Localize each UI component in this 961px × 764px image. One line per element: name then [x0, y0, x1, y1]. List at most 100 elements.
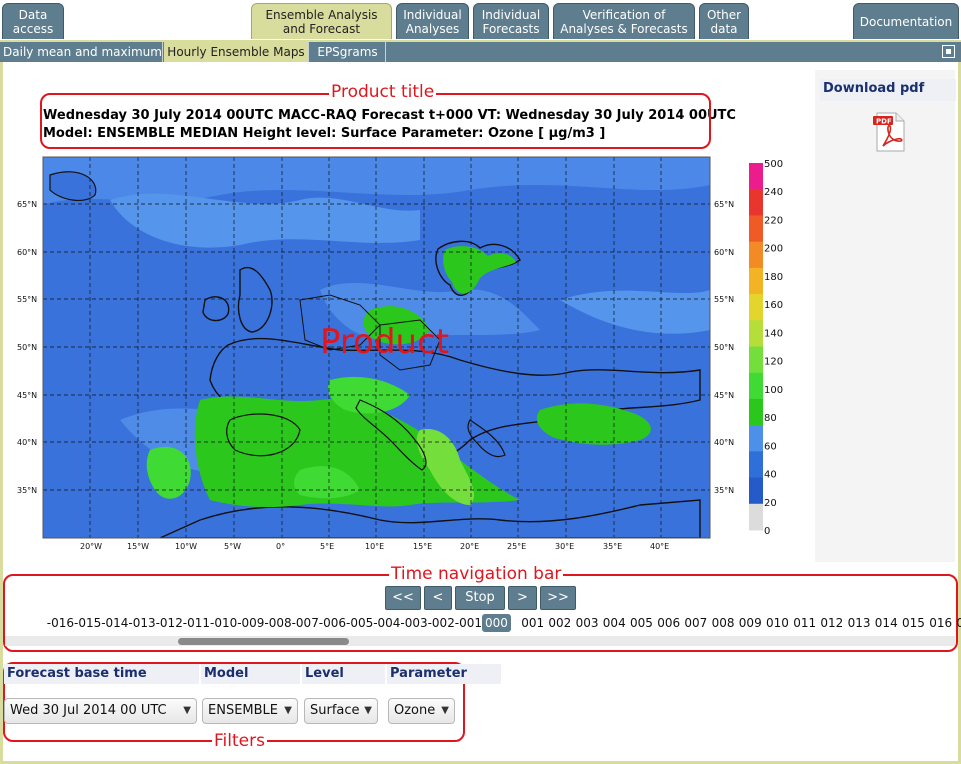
time-step[interactable]: -007	[292, 614, 319, 632]
lon-label: 5°E	[320, 542, 334, 551]
first-step-button[interactable]: <<	[385, 586, 421, 610]
time-step[interactable]: 004	[603, 614, 626, 632]
model-select[interactable]: ENSEMBLE ▼	[202, 698, 298, 724]
colorbar-swatch	[749, 477, 763, 505]
time-step[interactable]: 010	[766, 614, 789, 632]
parameter-select[interactable]: Ozone ▼	[388, 698, 455, 724]
colorbar-swatch	[749, 320, 763, 347]
chevron-down-icon: ▼	[441, 705, 449, 716]
scrollbar-thumb[interactable]	[178, 638, 349, 645]
time-step[interactable]: 016	[929, 614, 952, 632]
time-step[interactable]: -002	[428, 614, 455, 632]
level-value: Surface	[310, 703, 360, 718]
time-step-current[interactable]: 000	[482, 614, 511, 632]
colorbar-label: 120	[764, 357, 783, 368]
colorbar-label: 20	[764, 498, 777, 509]
stop-button[interactable]: Stop	[455, 586, 505, 610]
parameter-value: Ozone	[394, 703, 436, 718]
colorbar: 500240220200180160140120100806040200	[749, 159, 783, 537]
time-step[interactable]: -010	[210, 614, 237, 632]
time-step[interactable]: -011	[183, 614, 210, 632]
lat-label: 40°N	[17, 438, 37, 447]
lon-label: 35°E	[603, 542, 622, 551]
level-select[interactable]: Surface ▼	[304, 698, 378, 724]
lon-label: 25°E	[507, 542, 526, 551]
colorbar-swatch	[749, 346, 763, 374]
colorbar-label: 40	[764, 470, 777, 481]
last-step-button[interactable]: >>	[540, 586, 576, 610]
lon-label: 15°E	[413, 542, 432, 551]
time-step[interactable]: -014	[101, 614, 128, 632]
time-step[interactable]: 015	[902, 614, 925, 632]
time-step[interactable]: 007	[684, 614, 707, 632]
colorbar-swatch	[749, 294, 763, 321]
time-step[interactable]: 005	[630, 614, 653, 632]
colorbar-swatch	[749, 189, 763, 216]
lat-label: 60°N	[17, 248, 37, 257]
time-step[interactable]: -016	[47, 614, 74, 632]
time-step[interactable]: 011	[793, 614, 816, 632]
time-step[interactable]: 002	[548, 614, 571, 632]
colorbar-label: 200	[764, 244, 783, 255]
time-step[interactable]: -013	[128, 614, 155, 632]
lon-label: 0°	[276, 542, 285, 551]
lat-label: 40°N	[714, 438, 734, 447]
time-step[interactable]: -004	[373, 614, 400, 632]
chevron-down-icon: ▼	[284, 705, 292, 716]
time-step[interactable]: -012	[156, 614, 183, 632]
time-step[interactable]: 001	[521, 614, 544, 632]
colorbar-swatch	[749, 425, 763, 452]
lon-label: 5°W	[224, 542, 241, 551]
colorbar-label: 240	[764, 187, 783, 198]
previous-step-button[interactable]: <	[424, 586, 452, 610]
colorbar-label: 160	[764, 300, 783, 311]
time-steps-scrollbar[interactable]	[5, 636, 955, 646]
colorbar-swatch	[749, 398, 763, 426]
time-step[interactable]: -005	[346, 614, 373, 632]
time-step[interactable]: 013	[848, 614, 871, 632]
time-step[interactable]: 017	[956, 614, 961, 632]
time-step[interactable]: -008	[264, 614, 291, 632]
product-annotation: Product	[320, 322, 450, 362]
lon-label: 20°E	[460, 542, 479, 551]
time-step[interactable]: -009	[237, 614, 264, 632]
longitude-labels: 20°W 15°W 10°W 5°W 0° 5°E 10°E 15°E 20°E…	[80, 542, 669, 551]
colorbar-label: 140	[764, 328, 783, 339]
filters-annotation: Filters	[212, 731, 267, 751]
colorbar-label: 80	[764, 413, 777, 424]
time-step[interactable]: 006	[657, 614, 680, 632]
model-value: ENSEMBLE	[208, 703, 278, 718]
time-step[interactable]: -001	[455, 614, 482, 632]
time-step[interactable]: 003	[576, 614, 599, 632]
base-time-value: Wed 30 Jul 2014 00 UTC	[10, 703, 167, 718]
base-time-select[interactable]: Wed 30 Jul 2014 00 UTC ▼	[4, 698, 197, 724]
colorbar-label: 100	[764, 385, 783, 396]
colorbar-swatch	[749, 215, 763, 243]
lon-label: 40°E	[650, 542, 669, 551]
lat-label: 45°N	[714, 391, 734, 400]
lat-label: 65°N	[17, 200, 37, 209]
chevron-down-icon: ▼	[183, 705, 191, 716]
next-step-button[interactable]: >	[508, 586, 537, 610]
time-step[interactable]: -006	[319, 614, 346, 632]
colorbar-swatch	[749, 451, 763, 479]
lat-label: 60°N	[714, 248, 734, 257]
lat-label: 35°N	[714, 486, 734, 495]
colorbar-label: 220	[764, 215, 783, 226]
lat-label: 65°N	[714, 200, 734, 209]
time-step[interactable]: 008	[712, 614, 735, 632]
filter-header-parameter: Parameter	[387, 664, 501, 684]
colorbar-swatch	[749, 267, 763, 295]
colorbar-swatch	[749, 372, 763, 400]
lat-label: 50°N	[714, 343, 734, 352]
time-step[interactable]: 014	[875, 614, 898, 632]
time-step[interactable]: -003	[400, 614, 427, 632]
lat-label: 35°N	[17, 486, 37, 495]
time-step[interactable]: -015	[74, 614, 101, 632]
colorbar-swatch	[749, 163, 763, 190]
time-step[interactable]: 012	[820, 614, 843, 632]
colorbar-label: 180	[764, 272, 783, 283]
time-step[interactable]: 009	[739, 614, 762, 632]
lon-label: 30°E	[555, 542, 574, 551]
lon-label: 10°W	[175, 542, 197, 551]
